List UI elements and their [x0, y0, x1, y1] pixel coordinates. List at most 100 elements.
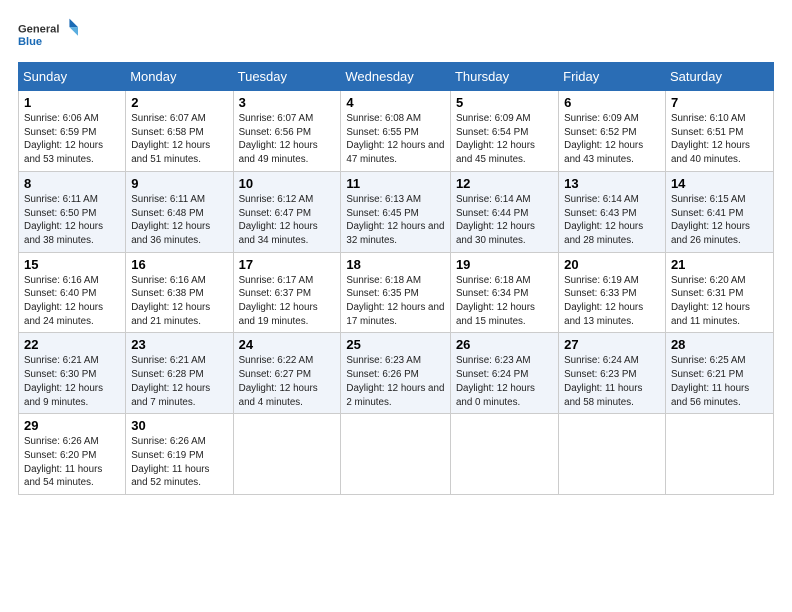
empty-cell — [450, 414, 558, 495]
empty-cell — [665, 414, 773, 495]
calendar-day-cell: 9 Sunrise: 6:11 AMSunset: 6:48 PMDayligh… — [126, 171, 233, 252]
empty-cell — [559, 414, 666, 495]
day-number: 18 — [346, 257, 445, 272]
day-detail: Sunrise: 6:06 AMSunset: 6:59 PMDaylight:… — [24, 113, 103, 165]
calendar-day-cell: 21 Sunrise: 6:20 AMSunset: 6:31 PMDaylig… — [665, 252, 773, 333]
day-number: 19 — [456, 257, 553, 272]
calendar-day-cell: 2 Sunrise: 6:07 AMSunset: 6:58 PMDayligh… — [126, 91, 233, 172]
calendar-day-cell: 1 Sunrise: 6:06 AMSunset: 6:59 PMDayligh… — [19, 91, 126, 172]
calendar-day-cell: 7 Sunrise: 6:10 AMSunset: 6:51 PMDayligh… — [665, 91, 773, 172]
day-number: 8 — [24, 176, 120, 191]
day-detail: Sunrise: 6:15 AMSunset: 6:41 PMDaylight:… — [671, 194, 750, 246]
calendar-table: SundayMondayTuesdayWednesdayThursdayFrid… — [18, 62, 774, 495]
day-number: 5 — [456, 95, 553, 110]
day-number: 7 — [671, 95, 768, 110]
calendar-day-cell: 20 Sunrise: 6:19 AMSunset: 6:33 PMDaylig… — [559, 252, 666, 333]
day-detail: Sunrise: 6:21 AMSunset: 6:28 PMDaylight:… — [131, 355, 210, 407]
day-detail: Sunrise: 6:23 AMSunset: 6:26 PMDaylight:… — [346, 355, 444, 407]
day-number: 16 — [131, 257, 227, 272]
day-detail: Sunrise: 6:24 AMSunset: 6:23 PMDaylight:… — [564, 355, 642, 407]
day-number: 26 — [456, 337, 553, 352]
calendar-day-cell: 5 Sunrise: 6:09 AMSunset: 6:54 PMDayligh… — [450, 91, 558, 172]
calendar-day-cell: 29 Sunrise: 6:26 AMSunset: 6:20 PMDaylig… — [19, 414, 126, 495]
calendar-day-cell: 16 Sunrise: 6:16 AMSunset: 6:38 PMDaylig… — [126, 252, 233, 333]
day-detail: Sunrise: 6:16 AMSunset: 6:38 PMDaylight:… — [131, 275, 210, 327]
day-detail: Sunrise: 6:25 AMSunset: 6:21 PMDaylight:… — [671, 355, 749, 407]
day-number: 3 — [239, 95, 336, 110]
calendar-week-row: 8 Sunrise: 6:11 AMSunset: 6:50 PMDayligh… — [19, 171, 774, 252]
page: General Blue SundayMondayTuesdayWednesda… — [0, 0, 792, 612]
day-detail: Sunrise: 6:09 AMSunset: 6:52 PMDaylight:… — [564, 113, 643, 165]
calendar-week-row: 1 Sunrise: 6:06 AMSunset: 6:59 PMDayligh… — [19, 91, 774, 172]
day-detail: Sunrise: 6:26 AMSunset: 6:20 PMDaylight:… — [24, 436, 102, 488]
day-number: 20 — [564, 257, 660, 272]
day-detail: Sunrise: 6:13 AMSunset: 6:45 PMDaylight:… — [346, 194, 444, 246]
calendar-day-cell: 26 Sunrise: 6:23 AMSunset: 6:24 PMDaylig… — [450, 333, 558, 414]
day-number: 13 — [564, 176, 660, 191]
col-header-thursday: Thursday — [450, 63, 558, 91]
day-detail: Sunrise: 6:21 AMSunset: 6:30 PMDaylight:… — [24, 355, 103, 407]
day-number: 6 — [564, 95, 660, 110]
day-number: 29 — [24, 418, 120, 433]
svg-text:Blue: Blue — [18, 36, 42, 48]
calendar-day-cell: 28 Sunrise: 6:25 AMSunset: 6:21 PMDaylig… — [665, 333, 773, 414]
calendar-day-cell: 6 Sunrise: 6:09 AMSunset: 6:52 PMDayligh… — [559, 91, 666, 172]
day-detail: Sunrise: 6:17 AMSunset: 6:37 PMDaylight:… — [239, 275, 318, 327]
calendar-day-cell: 25 Sunrise: 6:23 AMSunset: 6:26 PMDaylig… — [341, 333, 451, 414]
calendar-day-cell: 17 Sunrise: 6:17 AMSunset: 6:37 PMDaylig… — [233, 252, 341, 333]
empty-cell — [341, 414, 451, 495]
col-header-wednesday: Wednesday — [341, 63, 451, 91]
calendar-day-cell: 23 Sunrise: 6:21 AMSunset: 6:28 PMDaylig… — [126, 333, 233, 414]
day-detail: Sunrise: 6:16 AMSunset: 6:40 PMDaylight:… — [24, 275, 103, 327]
day-number: 9 — [131, 176, 227, 191]
day-detail: Sunrise: 6:08 AMSunset: 6:55 PMDaylight:… — [346, 113, 444, 165]
col-header-monday: Monday — [126, 63, 233, 91]
calendar-day-cell: 15 Sunrise: 6:16 AMSunset: 6:40 PMDaylig… — [19, 252, 126, 333]
day-number: 25 — [346, 337, 445, 352]
col-header-tuesday: Tuesday — [233, 63, 341, 91]
day-detail: Sunrise: 6:07 AMSunset: 6:58 PMDaylight:… — [131, 113, 210, 165]
day-number: 24 — [239, 337, 336, 352]
day-number: 22 — [24, 337, 120, 352]
day-number: 2 — [131, 95, 227, 110]
day-detail: Sunrise: 6:10 AMSunset: 6:51 PMDaylight:… — [671, 113, 750, 165]
day-detail: Sunrise: 6:09 AMSunset: 6:54 PMDaylight:… — [456, 113, 535, 165]
calendar-day-cell: 10 Sunrise: 6:12 AMSunset: 6:47 PMDaylig… — [233, 171, 341, 252]
calendar-day-cell: 30 Sunrise: 6:26 AMSunset: 6:19 PMDaylig… — [126, 414, 233, 495]
logo: General Blue — [18, 16, 78, 52]
day-number: 1 — [24, 95, 120, 110]
day-detail: Sunrise: 6:14 AMSunset: 6:43 PMDaylight:… — [564, 194, 643, 246]
day-detail: Sunrise: 6:18 AMSunset: 6:35 PMDaylight:… — [346, 275, 444, 327]
day-detail: Sunrise: 6:11 AMSunset: 6:48 PMDaylight:… — [131, 194, 210, 246]
day-number: 11 — [346, 176, 445, 191]
calendar-day-cell: 14 Sunrise: 6:15 AMSunset: 6:41 PMDaylig… — [665, 171, 773, 252]
day-detail: Sunrise: 6:18 AMSunset: 6:34 PMDaylight:… — [456, 275, 535, 327]
calendar-day-cell: 4 Sunrise: 6:08 AMSunset: 6:55 PMDayligh… — [341, 91, 451, 172]
col-header-sunday: Sunday — [19, 63, 126, 91]
day-detail: Sunrise: 6:12 AMSunset: 6:47 PMDaylight:… — [239, 194, 318, 246]
day-detail: Sunrise: 6:26 AMSunset: 6:19 PMDaylight:… — [131, 436, 209, 488]
day-detail: Sunrise: 6:23 AMSunset: 6:24 PMDaylight:… — [456, 355, 535, 407]
day-number: 15 — [24, 257, 120, 272]
calendar-week-row: 22 Sunrise: 6:21 AMSunset: 6:30 PMDaylig… — [19, 333, 774, 414]
day-number: 21 — [671, 257, 768, 272]
calendar-day-cell: 24 Sunrise: 6:22 AMSunset: 6:27 PMDaylig… — [233, 333, 341, 414]
day-number: 23 — [131, 337, 227, 352]
day-detail: Sunrise: 6:19 AMSunset: 6:33 PMDaylight:… — [564, 275, 643, 327]
day-number: 14 — [671, 176, 768, 191]
col-header-friday: Friday — [559, 63, 666, 91]
header: General Blue — [18, 16, 774, 52]
day-number: 4 — [346, 95, 445, 110]
calendar-day-cell: 8 Sunrise: 6:11 AMSunset: 6:50 PMDayligh… — [19, 171, 126, 252]
calendar-header-row: SundayMondayTuesdayWednesdayThursdayFrid… — [19, 63, 774, 91]
calendar-day-cell: 19 Sunrise: 6:18 AMSunset: 6:34 PMDaylig… — [450, 252, 558, 333]
day-detail: Sunrise: 6:11 AMSunset: 6:50 PMDaylight:… — [24, 194, 103, 246]
day-number: 28 — [671, 337, 768, 352]
day-detail: Sunrise: 6:14 AMSunset: 6:44 PMDaylight:… — [456, 194, 535, 246]
col-header-saturday: Saturday — [665, 63, 773, 91]
calendar-week-row: 29 Sunrise: 6:26 AMSunset: 6:20 PMDaylig… — [19, 414, 774, 495]
calendar-day-cell: 3 Sunrise: 6:07 AMSunset: 6:56 PMDayligh… — [233, 91, 341, 172]
empty-cell — [233, 414, 341, 495]
calendar-day-cell: 12 Sunrise: 6:14 AMSunset: 6:44 PMDaylig… — [450, 171, 558, 252]
day-number: 27 — [564, 337, 660, 352]
